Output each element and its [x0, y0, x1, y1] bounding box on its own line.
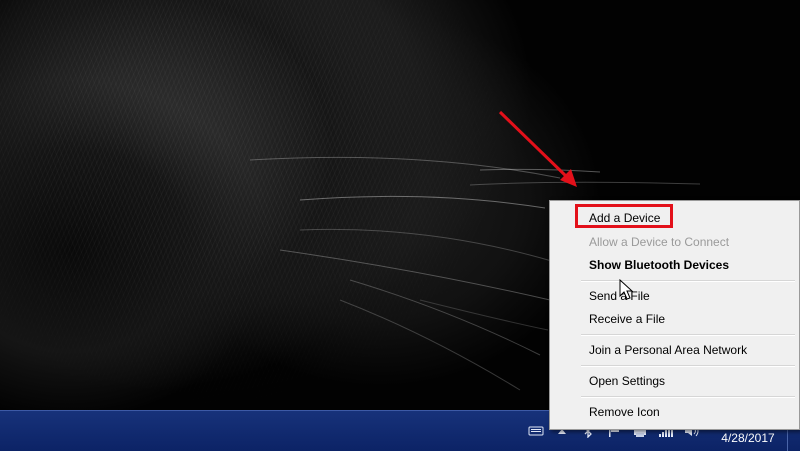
menu-item-receive-a-file[interactable]: Receive a File	[585, 308, 669, 330]
menu-item-remove-icon[interactable]: Remove Icon	[585, 401, 664, 423]
menu-item-join-personal-area-network[interactable]: Join a Personal Area Network	[585, 339, 751, 361]
menu-item-open-settings[interactable]: Open Settings	[585, 370, 669, 392]
menu-separator	[581, 396, 795, 398]
bluetooth-context-menu: Add a Device Allow a Device to Connect S…	[549, 200, 800, 430]
menu-item-allow-a-device-to-connect: Allow a Device to Connect	[589, 235, 730, 249]
menu-separator	[581, 334, 795, 336]
mouse-cursor-icon	[619, 279, 633, 300]
red-highlight-box	[575, 204, 673, 228]
keyboard-icon[interactable]	[527, 422, 545, 440]
menu-separator	[581, 280, 795, 282]
menu-separator	[581, 365, 795, 367]
menu-item-show-bluetooth-devices[interactable]: Show Bluetooth Devices	[585, 254, 733, 276]
clock-date: 4/28/2017	[721, 431, 775, 445]
